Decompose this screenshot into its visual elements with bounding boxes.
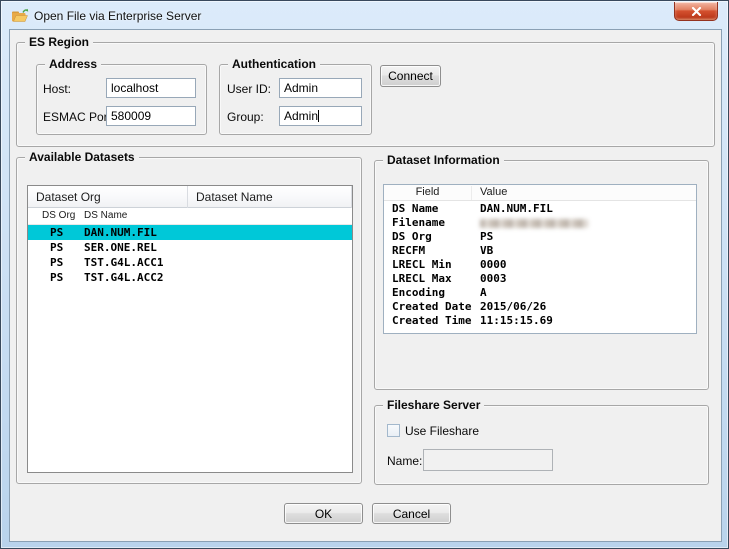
table-row-selected[interactable]: PS DAN.NUM.FIL (28, 225, 352, 240)
fileshare-server-group: Fileshare Server (374, 405, 709, 485)
dataset-rows: PS DAN.NUM.FIL PS SER.ONE.REL PS TST.G4L… (28, 225, 352, 472)
dataset-list-header: Dataset Org Dataset Name (28, 186, 352, 208)
fileshare-server-label: Fileshare Server (383, 398, 484, 412)
info-row-lrecl-min: LRECL Min0000 (384, 258, 696, 272)
dataset-list-subheader: DS Org DS Name (28, 208, 352, 225)
available-datasets-label: Available Datasets (25, 150, 139, 164)
esmac-port-label: ESMAC Port: (43, 110, 114, 124)
dataset-information-label: Dataset Information (383, 153, 504, 167)
dialog-client-area: ES Region Address Host: localhost ESMAC … (9, 29, 722, 542)
authentication-label: Authentication (228, 57, 320, 71)
fileshare-name-label: Name: (387, 454, 422, 468)
close-button[interactable] (674, 2, 718, 21)
info-row-recfm: RECFMVB (384, 244, 696, 258)
info-rows: DS NameDAN.NUM.FIL Filename DS OrgPS REC… (384, 202, 696, 328)
info-row-encoding: EncodingA (384, 286, 696, 300)
title-bar[interactable]: Open File via Enterprise Server (2, 2, 727, 29)
info-row-ds-name: DS NameDAN.NUM.FIL (384, 202, 696, 216)
column-header-dataset-org[interactable]: Dataset Org (28, 186, 188, 208)
table-row[interactable]: PS TST.G4L.ACC1 (28, 255, 352, 270)
dialog-window: Open File via Enterprise Server ES Regio… (0, 0, 729, 549)
close-icon (691, 7, 702, 16)
fileshare-name-input[interactable] (423, 449, 553, 471)
esmac-port-input[interactable]: 580009 (106, 106, 196, 126)
table-row[interactable]: PS SER.ONE.REL (28, 240, 352, 255)
text-caret (318, 110, 319, 122)
address-label: Address (45, 57, 101, 71)
redacted-filename-value (480, 219, 588, 228)
host-input[interactable]: localhost (106, 78, 196, 98)
column-header-value: Value (480, 186, 507, 198)
user-id-input[interactable]: Admin (279, 78, 362, 98)
column-header-field: Field (384, 186, 472, 200)
subcolumn-ds-name: DS Name (84, 210, 127, 221)
info-table-header: Field Value (384, 185, 696, 201)
info-row-ds-org: DS OrgPS (384, 230, 696, 244)
use-fileshare-label: Use Fileshare (405, 424, 479, 438)
info-row-created-date: Created Date2015/06/26 (384, 300, 696, 314)
cancel-button[interactable]: Cancel (372, 503, 451, 524)
group-input[interactable]: Admin (279, 106, 362, 126)
dataset-information-table: Field Value DS NameDAN.NUM.FIL Filename … (383, 184, 697, 334)
ok-button[interactable]: OK (284, 503, 363, 524)
info-row-created-time: Created Time11:15:15.69 (384, 314, 696, 328)
available-datasets-list: Dataset Org Dataset Name DS Org DS Name … (27, 185, 353, 473)
host-label: Host: (43, 82, 71, 96)
window-title: Open File via Enterprise Server (34, 9, 201, 23)
use-fileshare-checkbox[interactable] (387, 424, 400, 437)
user-id-label: User ID: (227, 82, 271, 96)
connect-button[interactable]: Connect (380, 65, 441, 87)
info-row-filename: Filename (384, 216, 696, 230)
es-region-label: ES Region (25, 35, 93, 49)
column-header-dataset-name[interactable]: Dataset Name (188, 186, 352, 208)
table-row[interactable]: PS TST.G4L.ACC2 (28, 270, 352, 285)
group-label: Group: (227, 110, 264, 124)
info-row-lrecl-max: LRECL Max0003 (384, 272, 696, 286)
open-file-icon (11, 8, 29, 23)
subcolumn-ds-org: DS Org (42, 210, 75, 221)
